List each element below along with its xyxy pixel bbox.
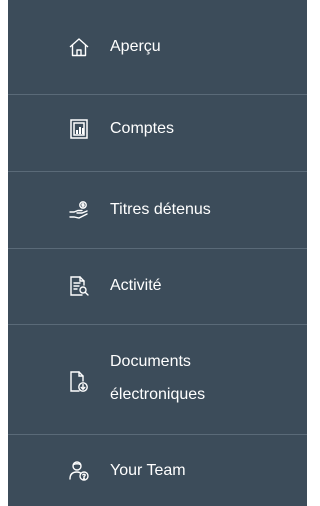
holdings-icon <box>64 195 94 225</box>
nav-item-your-team[interactable]: Your Team <box>8 442 307 500</box>
nav-item-comptes[interactable]: Comptes <box>8 100 307 158</box>
nav-label-documents-line2: électroniques <box>110 386 206 403</box>
activity-icon <box>64 271 94 301</box>
nav-item-apercu[interactable]: Aperçu <box>8 18 307 76</box>
nav-label-comptes: Comptes <box>110 120 175 137</box>
edocuments-icon <box>64 367 94 397</box>
nav-item-documents-electroniques[interactable]: Documents électroniques <box>8 334 307 426</box>
nav-item-titres-detenus[interactable]: Titres détenus <box>8 180 307 240</box>
nav-label-documents-line1: Documents <box>110 353 191 370</box>
team-icon <box>64 456 94 486</box>
nav-item-activite[interactable]: Activité <box>8 256 307 316</box>
divider <box>8 434 307 435</box>
home-icon <box>64 32 94 62</box>
accounts-icon <box>64 114 94 144</box>
sidebar: Aperçu Comptes Titres détenus Activité D… <box>8 0 307 506</box>
nav-label-your-team: Your Team <box>110 462 186 479</box>
nav-label-activite: Activité <box>110 277 162 294</box>
divider <box>8 94 307 95</box>
divider <box>8 171 307 172</box>
nav-label-apercu: Aperçu <box>110 38 161 55</box>
nav-label-titres-detenus: Titres détenus <box>110 201 211 218</box>
divider <box>8 324 307 325</box>
divider <box>8 248 307 249</box>
